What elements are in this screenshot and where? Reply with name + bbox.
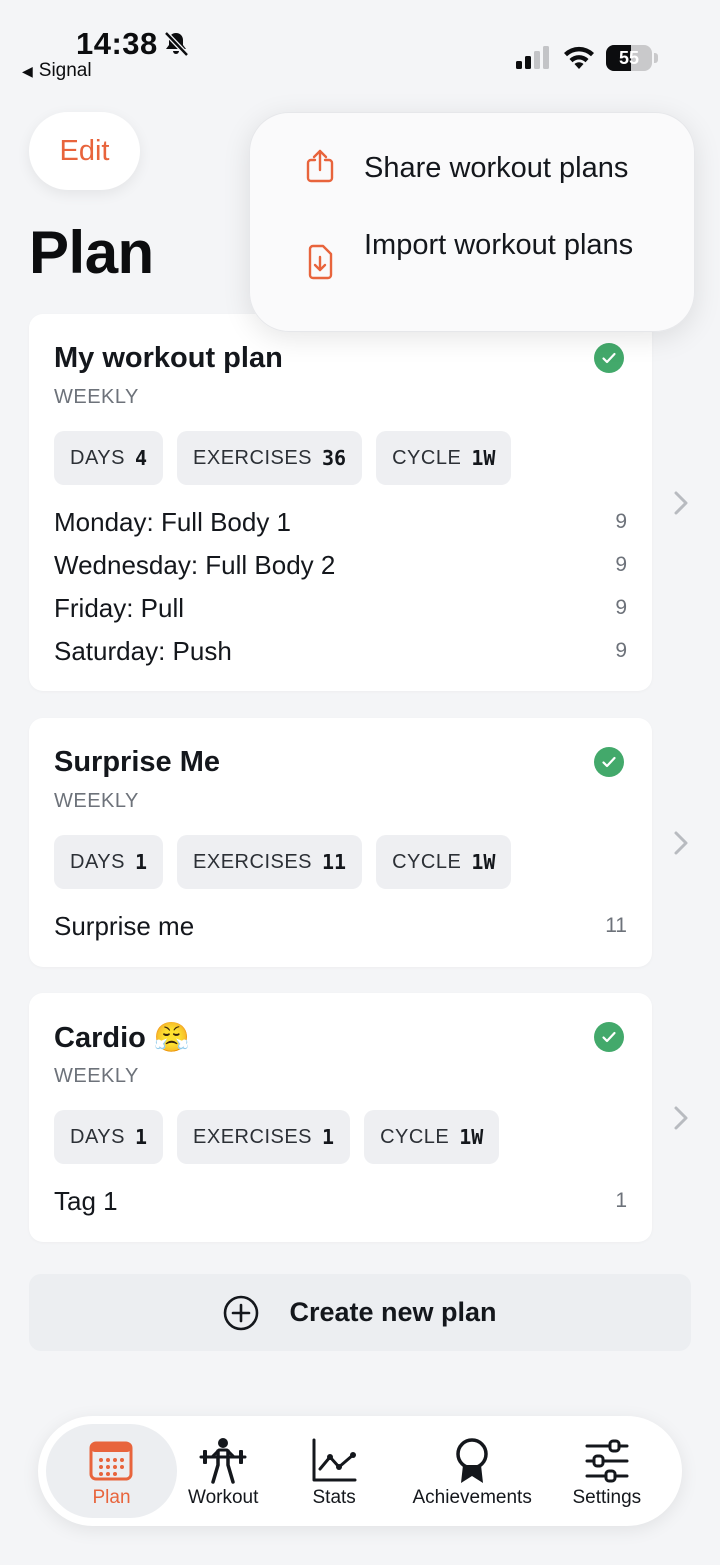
day-name: Saturday: Push bbox=[54, 635, 232, 666]
exercises-chip: EXERCISES 36 bbox=[177, 431, 363, 485]
exercise-count: 9 bbox=[615, 596, 627, 619]
plan-title: Surprise Me bbox=[54, 746, 220, 778]
exercise-count: 9 bbox=[615, 553, 627, 576]
days-chip: DAYS 1 bbox=[54, 1110, 164, 1164]
chip-value: 4 bbox=[134, 446, 148, 470]
chip-value: 1 bbox=[134, 1125, 148, 1149]
tab-bar: Plan Workout Stats Achievements Settings bbox=[38, 1416, 682, 1526]
bell-muted-icon bbox=[164, 31, 189, 57]
chip-label: DAYS bbox=[70, 850, 125, 873]
menu-item-label: Share workout plans bbox=[364, 152, 629, 184]
day-row: Wednesday: Full Body 2 9 bbox=[54, 545, 627, 585]
day-name: Surprise me bbox=[54, 910, 195, 941]
edit-button[interactable]: Edit bbox=[29, 112, 140, 190]
day-row: Saturday: Push 9 bbox=[54, 631, 627, 671]
create-new-plan-label: Create new plan bbox=[289, 1297, 497, 1327]
checkmark-icon bbox=[594, 1022, 624, 1052]
cycle-chip: CYCLE 1W bbox=[376, 431, 512, 485]
day-row: Friday: Pull 9 bbox=[54, 588, 627, 628]
days-chip: DAYS 1 bbox=[54, 835, 164, 889]
chip-label: CYCLE bbox=[380, 1125, 450, 1148]
exercises-chip: EXERCISES 1 bbox=[177, 1110, 351, 1164]
plan-title: Cardio 😤 bbox=[54, 1022, 191, 1054]
plan-frequency: WEEKLY bbox=[54, 386, 139, 408]
chip-value: 11 bbox=[322, 850, 347, 874]
chip-value: 1W bbox=[471, 446, 496, 470]
plan-frequency: WEEKLY bbox=[54, 790, 139, 812]
tab-label: Workout bbox=[188, 1487, 259, 1508]
cellular-signal-icon bbox=[516, 46, 549, 69]
chevron-right-icon[interactable] bbox=[672, 829, 690, 857]
tab-label: Settings bbox=[572, 1487, 642, 1508]
line-chart-icon bbox=[312, 1438, 357, 1482]
file-download-icon bbox=[308, 244, 333, 280]
back-to-app-link[interactable]: ◀ Signal bbox=[22, 60, 92, 82]
day-row: Tag 1 1 bbox=[54, 1181, 627, 1221]
cycle-chip: CYCLE 1W bbox=[364, 1110, 500, 1164]
cycle-chip: CYCLE 1W bbox=[376, 835, 512, 889]
wifi-icon bbox=[564, 46, 594, 69]
tab-achievements[interactable]: Achievements bbox=[399, 1416, 545, 1526]
page-title: Plan bbox=[29, 219, 154, 286]
award-icon bbox=[456, 1438, 488, 1483]
exercise-count: 9 bbox=[615, 639, 627, 662]
tab-stats[interactable]: Stats bbox=[269, 1416, 399, 1526]
tab-settings[interactable]: Settings bbox=[545, 1416, 669, 1526]
chip-label: EXERCISES bbox=[193, 850, 313, 873]
share-icon bbox=[306, 149, 334, 183]
chip-value: 1W bbox=[471, 850, 496, 874]
status-time: 14:38 bbox=[76, 26, 158, 61]
exercises-chip: EXERCISES 11 bbox=[177, 835, 363, 889]
exercise-count: 9 bbox=[615, 510, 627, 533]
tab-label: Achievements bbox=[412, 1487, 532, 1508]
plus-circle-icon bbox=[224, 1295, 259, 1330]
checkmark-icon bbox=[594, 343, 624, 373]
chip-label: EXERCISES bbox=[193, 1125, 313, 1148]
day-row: Surprise me 11 bbox=[54, 906, 627, 946]
chip-label: DAYS bbox=[70, 1125, 125, 1148]
sliders-icon bbox=[585, 1439, 629, 1483]
plan-title: My workout plan bbox=[54, 342, 283, 374]
weightlifter-icon bbox=[199, 1438, 247, 1484]
plan-frequency: WEEKLY bbox=[54, 1065, 139, 1087]
tab-label: Plan bbox=[92, 1487, 131, 1508]
battery-indicator: 55 bbox=[606, 45, 658, 71]
tab-plan[interactable]: Plan bbox=[46, 1416, 177, 1526]
chip-value: 1 bbox=[134, 850, 148, 874]
day-row: Monday: Full Body 1 9 bbox=[54, 502, 627, 542]
exercise-count: 11 bbox=[605, 914, 627, 937]
exercise-count: 1 bbox=[615, 1189, 627, 1212]
plan-card-my-workout-plan[interactable]: My workout plan WEEKLY DAYS 4 EXERCISES 36… bbox=[29, 314, 652, 691]
chip-label: CYCLE bbox=[392, 446, 462, 469]
day-name: Monday: Full Body 1 bbox=[54, 506, 292, 537]
tab-label: Stats bbox=[312, 1487, 356, 1508]
menu-item-import[interactable]: Import workout plans bbox=[250, 223, 696, 303]
chip-value: 36 bbox=[322, 446, 347, 470]
plan-card-surprise-me[interactable]: Surprise Me WEEKLY DAYS 1 EXERCISES 11 CYC… bbox=[29, 718, 652, 967]
chip-label: CYCLE bbox=[392, 850, 462, 873]
back-triangle-icon: ◀ bbox=[22, 62, 33, 79]
chevron-right-icon[interactable] bbox=[672, 489, 690, 517]
chevron-right-icon[interactable] bbox=[672, 1104, 690, 1132]
chip-label: EXERCISES bbox=[193, 446, 313, 469]
chip-value: 1W bbox=[459, 1125, 484, 1149]
back-app-label: Signal bbox=[38, 60, 92, 81]
plan-card-cardio[interactable]: Cardio 😤 WEEKLY DAYS 1 EXERCISES 1 CYCLE 1W… bbox=[29, 993, 652, 1242]
tab-workout[interactable]: Workout bbox=[177, 1416, 269, 1526]
actions-popup-menu: Share workout plans Import workout plans bbox=[249, 112, 695, 332]
day-name: Wednesday: Full Body 2 bbox=[54, 549, 336, 580]
days-chip: DAYS 4 bbox=[54, 431, 164, 485]
create-new-plan-button[interactable]: Create new plan bbox=[29, 1274, 691, 1351]
calendar-icon bbox=[89, 1441, 133, 1481]
menu-item-share[interactable]: Share workout plans bbox=[250, 143, 696, 193]
day-name: Tag 1 bbox=[54, 1185, 118, 1216]
battery-level-text: 55 bbox=[618, 48, 640, 68]
chip-value: 1 bbox=[322, 1125, 335, 1149]
menu-item-label: Import workout plans bbox=[364, 229, 634, 261]
day-name: Friday: Pull bbox=[54, 592, 185, 623]
checkmark-icon bbox=[594, 747, 624, 777]
chip-label: DAYS bbox=[70, 446, 125, 469]
